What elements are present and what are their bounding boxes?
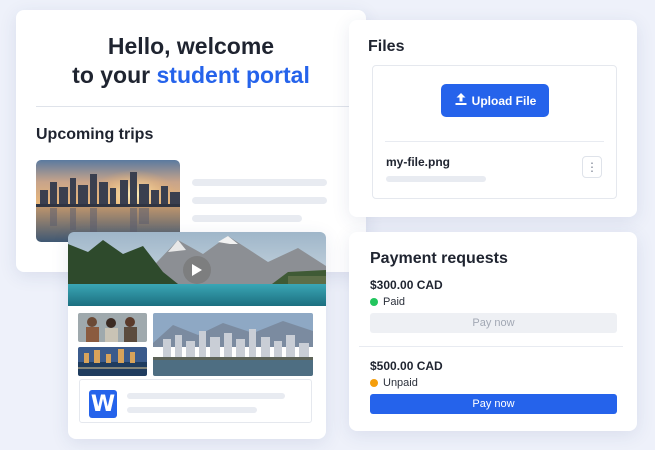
city-skyline-image[interactable] xyxy=(36,160,180,242)
payment-status: Paid xyxy=(370,296,405,308)
payment-status-label: Paid xyxy=(383,296,406,308)
trip-placeholder-line xyxy=(192,215,302,222)
status-dot-icon xyxy=(370,379,378,387)
welcome-divider xyxy=(36,106,350,107)
provider-logo: W xyxy=(89,390,117,418)
upload-icon xyxy=(454,92,468,109)
pay-now-button[interactable]: Pay now xyxy=(370,394,617,414)
status-dot-icon xyxy=(370,298,378,306)
payment-status-label: Unpaid xyxy=(383,377,418,389)
payment-amount: $300.00 CAD xyxy=(370,278,443,292)
upcoming-trips-title: Upcoming trips xyxy=(36,126,154,143)
city-harbor-photo[interactable] xyxy=(153,313,313,376)
lake-video-thumbnail[interactable] xyxy=(68,232,326,306)
greeting-accent: student portal xyxy=(156,62,310,88)
trip-placeholder-line xyxy=(192,179,327,186)
provider-placeholder-line xyxy=(127,407,257,413)
kebab-menu-icon[interactable]: ⋮ xyxy=(582,156,602,178)
city-night-photo[interactable] xyxy=(78,347,147,376)
trip-provider-row[interactable]: W xyxy=(79,379,312,423)
file-name[interactable]: my-file.png xyxy=(386,155,450,169)
files-title: Files xyxy=(368,38,405,55)
payment-amount: $500.00 CAD xyxy=(370,359,443,373)
students-photo[interactable] xyxy=(78,313,147,342)
trip-detail-card: W xyxy=(68,232,326,439)
payment-requests-card: Payment requests $300.00 CAD Paid Pay no… xyxy=(349,232,637,431)
files-card: Files Upload File my-file.png ⋮ xyxy=(349,20,637,217)
payment-requests-title: Payment requests xyxy=(370,250,508,267)
trip-placeholder-line xyxy=(192,197,327,204)
files-dropzone: Upload File my-file.png ⋮ xyxy=(372,65,617,199)
upload-file-label: Upload File xyxy=(471,93,537,108)
pay-now-button[interactable]: Pay now xyxy=(370,313,617,333)
play-icon[interactable] xyxy=(183,256,211,284)
files-divider xyxy=(385,141,604,142)
greeting-prefix: to your xyxy=(72,62,157,88)
greeting-line-1: Hello, welcome xyxy=(107,33,275,59)
greeting-line-2: to your student portal xyxy=(16,61,366,90)
upload-file-button[interactable]: Upload File xyxy=(441,84,549,117)
file-progress-placeholder xyxy=(386,176,486,182)
provider-placeholder-line xyxy=(127,393,285,399)
payment-divider xyxy=(359,346,623,347)
welcome-heading: Hello, welcome to your student portal xyxy=(16,32,366,90)
payment-status: Unpaid xyxy=(370,377,418,389)
